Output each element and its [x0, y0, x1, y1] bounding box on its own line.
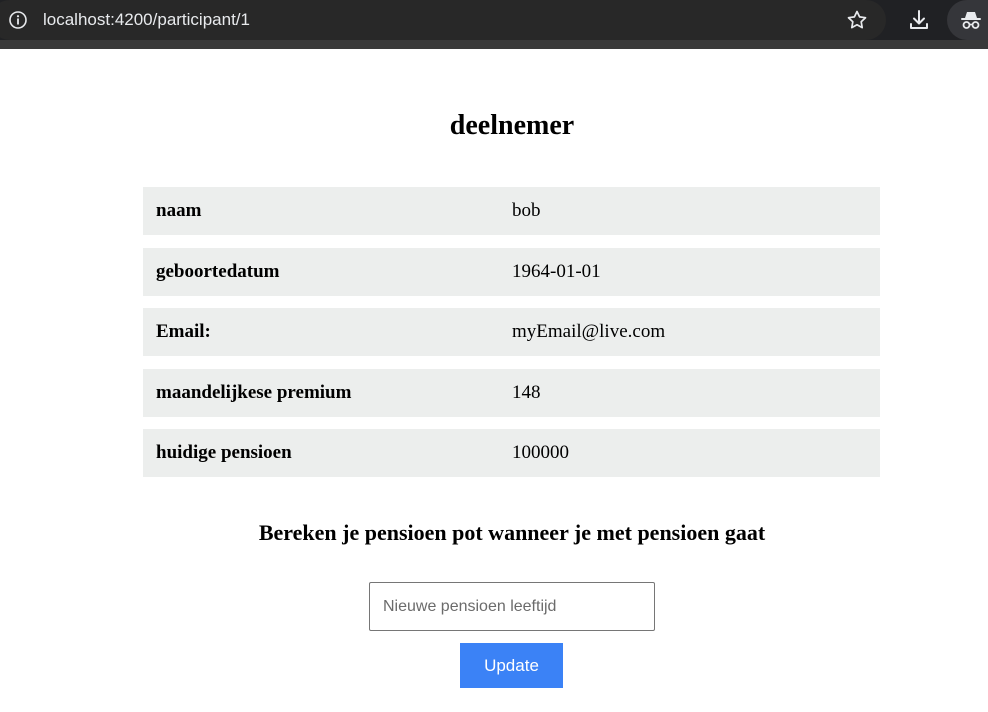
detail-label: naam: [156, 200, 202, 221]
star-icon[interactable]: [845, 8, 869, 32]
detail-row-monthly-premium: maandelijkese premium 148: [143, 368, 880, 417]
info-icon[interactable]: [8, 10, 28, 30]
detail-value: myEmail@live.com: [512, 321, 666, 342]
download-icon[interactable]: [906, 7, 932, 33]
url-text[interactable]: localhost:4200/participant/1: [43, 9, 250, 31]
detail-label: Email:: [156, 321, 211, 342]
incognito-icon[interactable]: [958, 8, 984, 32]
update-button[interactable]: Update: [460, 643, 563, 688]
detail-row-birthdate: geboortedatum 1964-01-01: [143, 247, 880, 296]
participant-details: naam bob geboortedatum 1964-01-01 Email:…: [143, 187, 880, 490]
page-title: deelnemer: [449, 110, 575, 141]
detail-label: maandelijkese premium: [156, 381, 352, 403]
detail-row-name: naam bob: [143, 187, 880, 235]
detail-row-email: Email: myEmail@live.com: [143, 308, 880, 356]
detail-row-current-pension: huidige pensioen 100000: [143, 429, 880, 477]
retirement-age-input[interactable]: [369, 582, 655, 631]
detail-label: huidige pensioen: [156, 442, 292, 463]
detail-value: 148: [512, 381, 541, 403]
detail-value: 1964-01-01: [512, 260, 601, 282]
detail-value: 100000: [512, 442, 569, 463]
browser-chrome: localhost:4200/participant/1: [0, 0, 988, 49]
detail-label: geboortedatum: [156, 260, 280, 282]
detail-value: bob: [512, 200, 541, 221]
calculate-heading: Bereken je pensioen pot wanneer je met p…: [258, 520, 766, 545]
